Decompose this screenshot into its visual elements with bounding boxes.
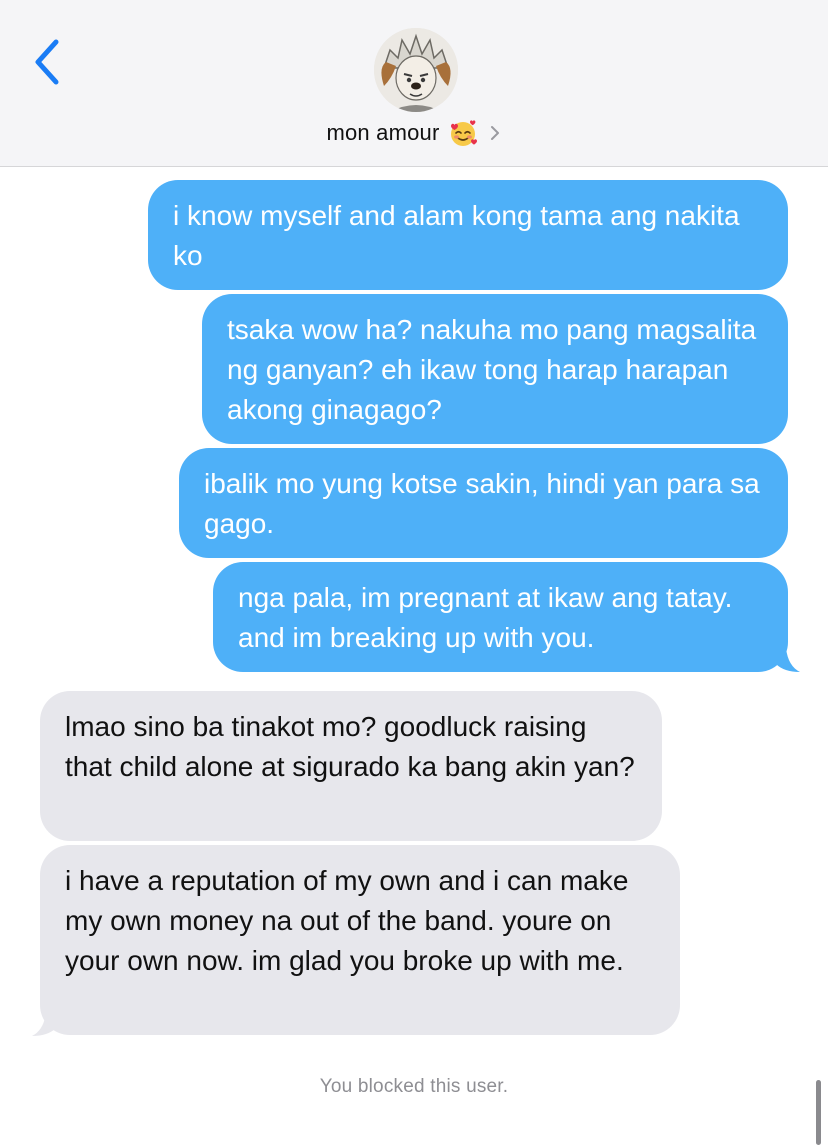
message-text: i have a reputation of my own and i can … [65, 865, 629, 976]
message-text: nga pala, im pregnant at ikaw ang tatay.… [238, 582, 733, 653]
avatar-image [374, 28, 458, 112]
message-bubble-sent[interactable]: ibalik mo yung kotse sakin, hindi yan pa… [179, 448, 788, 558]
message-text: lmao sino ba tinakot mo? goodluck raisin… [65, 711, 635, 782]
contact-avatar[interactable] [374, 28, 458, 112]
received-bubble-tail [30, 1012, 56, 1038]
chevron-right-icon [488, 123, 502, 143]
blocked-status-note: You blocked this user. [319, 1076, 509, 1097]
message-text: i know myself and alam kong tama ang nak… [173, 200, 740, 271]
message-text: tsaka wow ha? nakuha mo pang magsalita n… [227, 314, 757, 425]
message-bubble-sent[interactable]: tsaka wow ha? nakuha mo pang magsalita n… [202, 294, 788, 444]
message-bubble-received[interactable]: lmao sino ba tinakot mo? goodluck raisin… [40, 691, 662, 841]
back-button[interactable] [24, 34, 72, 90]
sent-bubble-tail [776, 648, 802, 674]
message-bubble-received[interactable]: i have a reputation of my own and i can … [40, 845, 680, 1035]
contact-name: mon amour [326, 120, 440, 145]
message-text: ibalik mo yung kotse sakin, hindi yan pa… [204, 468, 760, 539]
conversation-header: mon amour [0, 0, 828, 167]
contact-details-link[interactable]: mon amour [0, 116, 828, 150]
scrollbar[interactable] [816, 1080, 821, 1145]
message-bubble-sent[interactable]: nga pala, im pregnant at ikaw ang tatay.… [213, 562, 788, 672]
messages-screen: mon amour i know myself and alam kong ta… [0, 0, 828, 1145]
message-bubble-sent[interactable]: i know myself and alam kong tama ang nak… [148, 180, 788, 290]
smiling-face-with-hearts-icon [448, 118, 478, 148]
chevron-left-icon [35, 39, 59, 85]
